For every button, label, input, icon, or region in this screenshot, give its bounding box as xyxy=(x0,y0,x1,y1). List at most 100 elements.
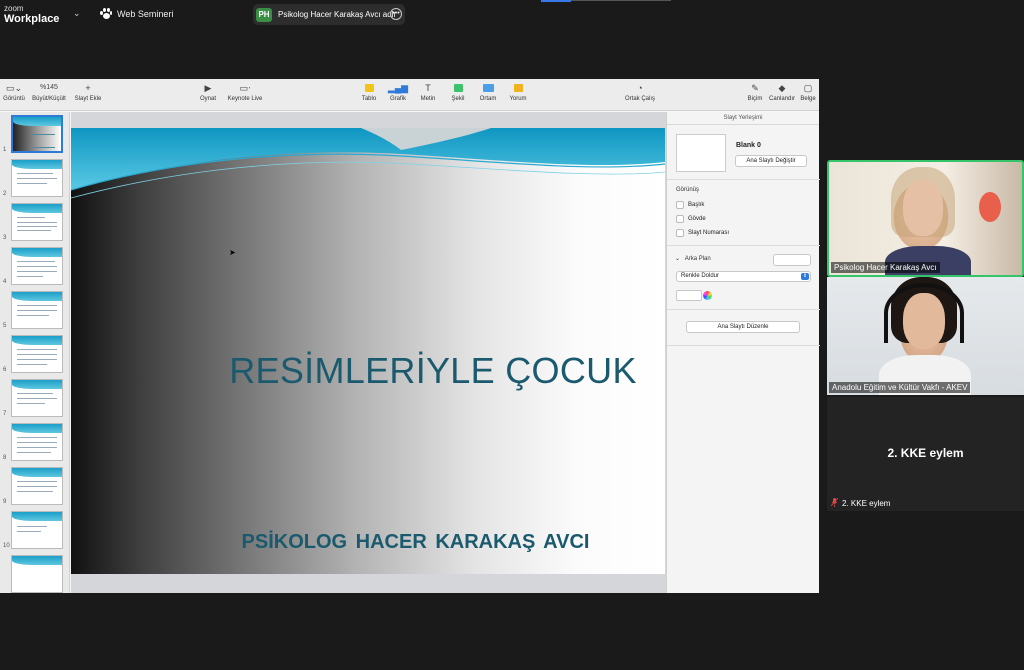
slide-thumbnail[interactable] xyxy=(11,159,63,197)
zoom-label: Büyüt/Küçült xyxy=(32,96,66,102)
inspector-panel: Slayt Yerleşimi Blank 0 Ana Slaytı Değiş… xyxy=(666,112,820,593)
color-wheel-icon[interactable] xyxy=(703,291,712,300)
keynote-window: ▭⌄ Görüntü %145 Büyüt/Küçült + Slayt Ekl… xyxy=(0,79,820,593)
table-button[interactable]: Tablo xyxy=(358,83,380,102)
body-checkbox[interactable]: Gövde xyxy=(676,215,706,223)
text-button[interactable]: T Metin xyxy=(417,83,439,102)
divider xyxy=(667,309,820,310)
paw-icon xyxy=(100,8,112,19)
slide-number: 6 xyxy=(3,367,7,373)
slide-thumbnail[interactable] xyxy=(11,247,63,285)
screen-share-indicator[interactable]: PH Psikolog Hacer Karakaş Avcı adlı ••• xyxy=(253,4,405,25)
zoom-top-bar: zoom Workplace ⌄ Web Semineri PH Psikolo… xyxy=(0,0,1024,28)
slide-number: 9 xyxy=(3,499,7,505)
background-label: Arka Plan xyxy=(684,256,711,262)
chart-icon: ▂▄▆ xyxy=(387,83,409,93)
title-checkbox-label: Başlık xyxy=(688,202,705,208)
slide-thumbnail[interactable] xyxy=(11,423,63,461)
more-options-icon[interactable]: ••• xyxy=(390,8,402,20)
sidebar-view-icon: ▭⌄ xyxy=(5,83,23,93)
chevron-down-icon[interactable]: ⌄ xyxy=(73,8,81,19)
slide-thumbnail[interactable] xyxy=(11,511,63,549)
paintbrush-icon: ✎ xyxy=(751,83,759,93)
disclosure-chevron-icon[interactable]: ⌄ xyxy=(675,256,680,262)
shape-icon xyxy=(453,84,463,92)
appearance-label: Görünüş xyxy=(676,187,700,193)
format-label: Biçim xyxy=(747,96,763,102)
comment-button[interactable]: Yorum xyxy=(506,83,530,102)
participant-tile-kke[interactable]: 2. KKE eylem 2. KKE eylem xyxy=(827,397,1024,511)
media-button[interactable]: Ortam xyxy=(476,83,500,102)
edit-master-button[interactable]: Ana Slaytı Düzenle xyxy=(686,321,800,333)
checkbox[interactable] xyxy=(676,201,684,209)
keynote-live-button[interactable]: ▭ᐧ Keynote Live xyxy=(224,83,266,102)
view-button[interactable]: ▭⌄ Görüntü xyxy=(2,83,26,102)
checkbox[interactable] xyxy=(676,229,684,237)
slide-number-checkbox-label: Slayt Numarası xyxy=(688,230,730,236)
shape-label: Şekil xyxy=(451,96,465,102)
participant-name: Psikolog Hacer Karakaş Avcı xyxy=(831,262,940,273)
collaborate-icon: ◔ xyxy=(637,83,643,93)
slide-thumbnail[interactable] xyxy=(11,467,63,505)
zoom-button[interactable]: %145 Büyüt/Küçült xyxy=(30,83,68,102)
background-section[interactable]: ⌄ Arka Plan xyxy=(675,255,711,262)
shape-button[interactable]: Şekil xyxy=(447,83,469,102)
slide-number: 1 xyxy=(3,147,7,153)
share-text: Psikolog Hacer Karakaş Avcı adlı xyxy=(278,10,396,19)
slide-number: 4 xyxy=(3,279,7,285)
collaborate-label: Ortak Çalış xyxy=(624,96,655,102)
keynote-toolbar: ▭⌄ Görüntü %145 Büyüt/Küçült + Slayt Ekl… xyxy=(0,79,819,111)
participant-display-name: 2. KKE eylem xyxy=(887,446,964,460)
presenter-badge: PH xyxy=(256,7,272,22)
zoom-workplace-logo[interactable]: zoom Workplace xyxy=(4,4,59,25)
format-button[interactable]: ✎ Biçim xyxy=(745,83,765,102)
slide-canvas[interactable]: RESİMLERİYLE ÇOCUK PSİKOLOG HACER KARAKA… xyxy=(71,112,666,593)
master-preview[interactable] xyxy=(676,134,726,172)
body-checkbox-label: Gövde xyxy=(688,216,706,222)
slide-thumbnail[interactable] xyxy=(11,291,63,329)
participant-face xyxy=(903,180,943,236)
top-divider xyxy=(571,0,671,1)
participant-video-akev[interactable]: Anadolu Eğitim ve Kültür Vakfı - AKEV xyxy=(827,277,1024,395)
slide-thumbnail[interactable] xyxy=(11,335,63,373)
zoom-value: %145 xyxy=(40,84,58,91)
slide-number-checkbox[interactable]: Slayt Numarası xyxy=(676,229,729,237)
webinar-label: Web Semineri xyxy=(117,8,174,19)
checkbox[interactable] xyxy=(676,215,684,223)
chart-label: Grafik xyxy=(389,96,406,102)
participant-name: Anadolu Eğitim ve Kültür Vakfı - AKEV xyxy=(829,382,971,393)
slide-thumbnail[interactable] xyxy=(11,379,63,417)
slide-thumbnail[interactable] xyxy=(11,555,63,593)
participant-name: 2. KKE eylem xyxy=(842,499,891,508)
fill-type-select[interactable]: Renkle Doldur ⇕ xyxy=(676,271,811,282)
slide-header-wave xyxy=(71,128,665,199)
color-well[interactable] xyxy=(676,290,702,301)
slide-thumbnail[interactable] xyxy=(11,115,63,153)
divider xyxy=(667,179,820,180)
participant-video-host[interactable]: Psikolog Hacer Karakaş Avcı xyxy=(827,160,1024,277)
comment-icon xyxy=(513,84,523,92)
slide-number: 3 xyxy=(3,235,7,241)
animate-button[interactable]: ◆ Canlandır xyxy=(767,83,797,102)
change-master-button[interactable]: Ana Slaytı Değiştir xyxy=(735,155,807,167)
webinar-indicator[interactable]: Web Semineri xyxy=(100,8,173,19)
play-icon: ▶ xyxy=(204,83,212,93)
collaborate-button[interactable]: ◔ Ortak Çalış xyxy=(622,83,658,102)
divider xyxy=(667,245,820,246)
current-slide[interactable]: RESİMLERİYLE ÇOCUK PSİKOLOG HACER KARAKA… xyxy=(71,128,665,574)
text-label: Metin xyxy=(420,96,436,102)
slide-title[interactable]: RESİMLERİYLE ÇOCUK xyxy=(71,350,665,392)
master-name: Blank 0 xyxy=(736,142,761,149)
chart-button[interactable]: ▂▄▆ Grafik xyxy=(387,83,409,102)
slide-thumbnail[interactable] xyxy=(11,203,63,241)
slide-number: 7 xyxy=(3,411,7,417)
document-button[interactable]: ▢ Belge xyxy=(798,83,818,102)
slide-navigator: 1 2 3 4 5 6 7 8 9 10 xyxy=(0,112,70,593)
add-slide-button[interactable]: + Slayt Ekle xyxy=(72,83,104,102)
title-checkbox[interactable]: Başlık xyxy=(676,201,704,209)
play-button[interactable]: ▶ Oynat xyxy=(196,83,220,102)
slide-subtitle[interactable]: PSİKOLOG HACER KARAKAŞ AVCI xyxy=(71,531,665,554)
view-label: Görüntü xyxy=(3,96,25,102)
background-style-field[interactable] xyxy=(773,254,811,266)
media-label: Ortam xyxy=(479,96,497,102)
